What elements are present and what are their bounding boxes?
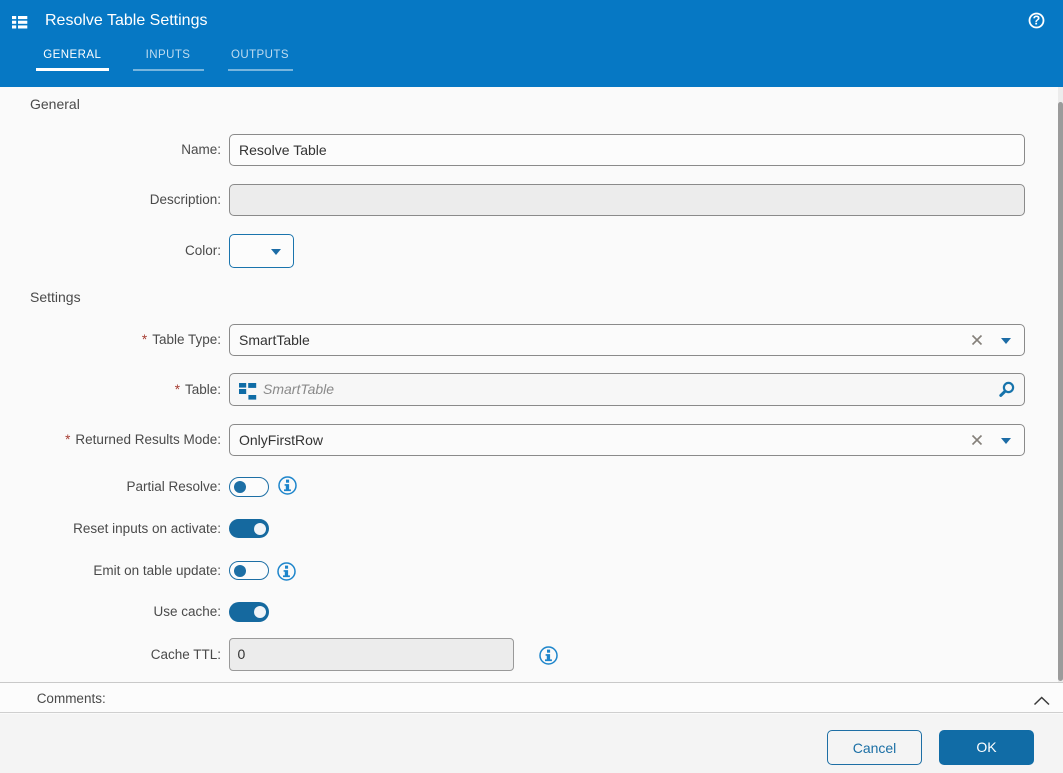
- svg-text:?: ?: [1033, 13, 1041, 27]
